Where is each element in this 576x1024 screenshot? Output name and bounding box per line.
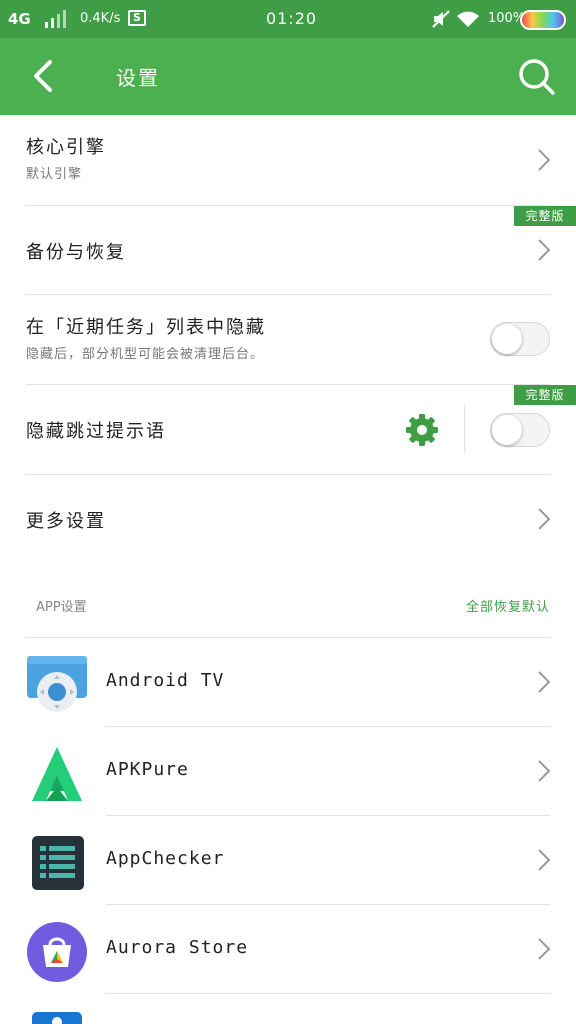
mute-icon	[432, 10, 450, 28]
full-version-badge: 完整版	[514, 385, 576, 405]
appchecker-icon	[32, 836, 84, 890]
app-name: Android TV	[106, 670, 225, 691]
vertical-divider	[464, 405, 465, 453]
hide-skip-tip-title: 隐藏跳过提示语	[26, 421, 166, 442]
apkpure-icon	[32, 747, 82, 801]
network-speed: 0.4K/s	[80, 11, 121, 26]
chevron-right-icon	[538, 938, 551, 960]
toggle-knob	[492, 415, 522, 445]
app-row-apkpure[interactable]: APKPure	[0, 727, 576, 815]
full-version-badge: 完整版	[514, 206, 576, 226]
hide-recent-toggle[interactable]	[490, 322, 550, 356]
sim-icon: S	[128, 10, 146, 26]
chevron-right-icon	[538, 149, 551, 171]
hide-recent-row: 在「近期任务」列表中隐藏 隐藏后，部分机型可能会被清理后台。	[0, 295, 576, 385]
backup-restore-row[interactable]: 完整版 备份与恢复	[0, 206, 576, 295]
status-bar: 4G 0.4K/s S 01:20 100%	[0, 0, 576, 38]
app-row-appchecker[interactable]: AppChecker	[0, 816, 576, 904]
app-row-aurora-store[interactable]: Aurora Store	[0, 905, 576, 993]
app-name: APKPure	[106, 759, 189, 780]
chevron-right-icon	[538, 239, 551, 261]
chevron-right-icon	[538, 760, 551, 782]
toggle-knob	[492, 324, 522, 354]
clock: 01:20	[266, 9, 318, 28]
search-icon[interactable]	[516, 56, 556, 96]
chevron-right-icon	[538, 508, 551, 530]
signal-bars-icon	[45, 10, 66, 28]
app-name: Aurora Store	[106, 937, 249, 958]
page-title: 设置	[116, 66, 160, 90]
core-engine-row[interactable]: 核心引擎 默认引擎	[0, 115, 576, 206]
hide-skip-tip-row: 完整版 隐藏跳过提示语	[0, 385, 576, 474]
chevron-right-icon	[538, 671, 551, 693]
battery-icon	[520, 10, 566, 30]
next-app-icon-partial	[32, 1012, 82, 1024]
aurora-store-icon	[27, 922, 87, 982]
chevron-right-icon	[538, 849, 551, 871]
divider	[106, 993, 550, 994]
hide-skip-tip-toggle[interactable]	[490, 413, 550, 447]
hide-recent-subtitle: 隐藏后，部分机型可能会被清理后台。	[26, 347, 265, 362]
app-name: AppChecker	[106, 848, 225, 869]
gear-icon[interactable]	[405, 413, 439, 447]
back-arrow-icon[interactable]	[28, 58, 60, 94]
android-tv-icon	[27, 656, 87, 712]
network-type: 4G	[8, 10, 31, 28]
more-settings-row[interactable]: 更多设置	[0, 475, 576, 564]
core-engine-title: 核心引擎	[26, 137, 106, 158]
hide-recent-title: 在「近期任务」列表中隐藏	[26, 317, 266, 338]
reset-all-defaults-link[interactable]: 全部恢复默认	[466, 596, 550, 615]
wifi-icon	[457, 11, 479, 27]
app-row-android-tv[interactable]: Android TV	[0, 638, 576, 726]
backup-restore-title: 备份与恢复	[26, 242, 126, 263]
app-settings-section-header: APP设置	[36, 600, 87, 615]
app-bar: 设置	[0, 38, 576, 115]
more-settings-title: 更多设置	[26, 511, 106, 532]
core-engine-subtitle: 默认引擎	[26, 167, 83, 182]
